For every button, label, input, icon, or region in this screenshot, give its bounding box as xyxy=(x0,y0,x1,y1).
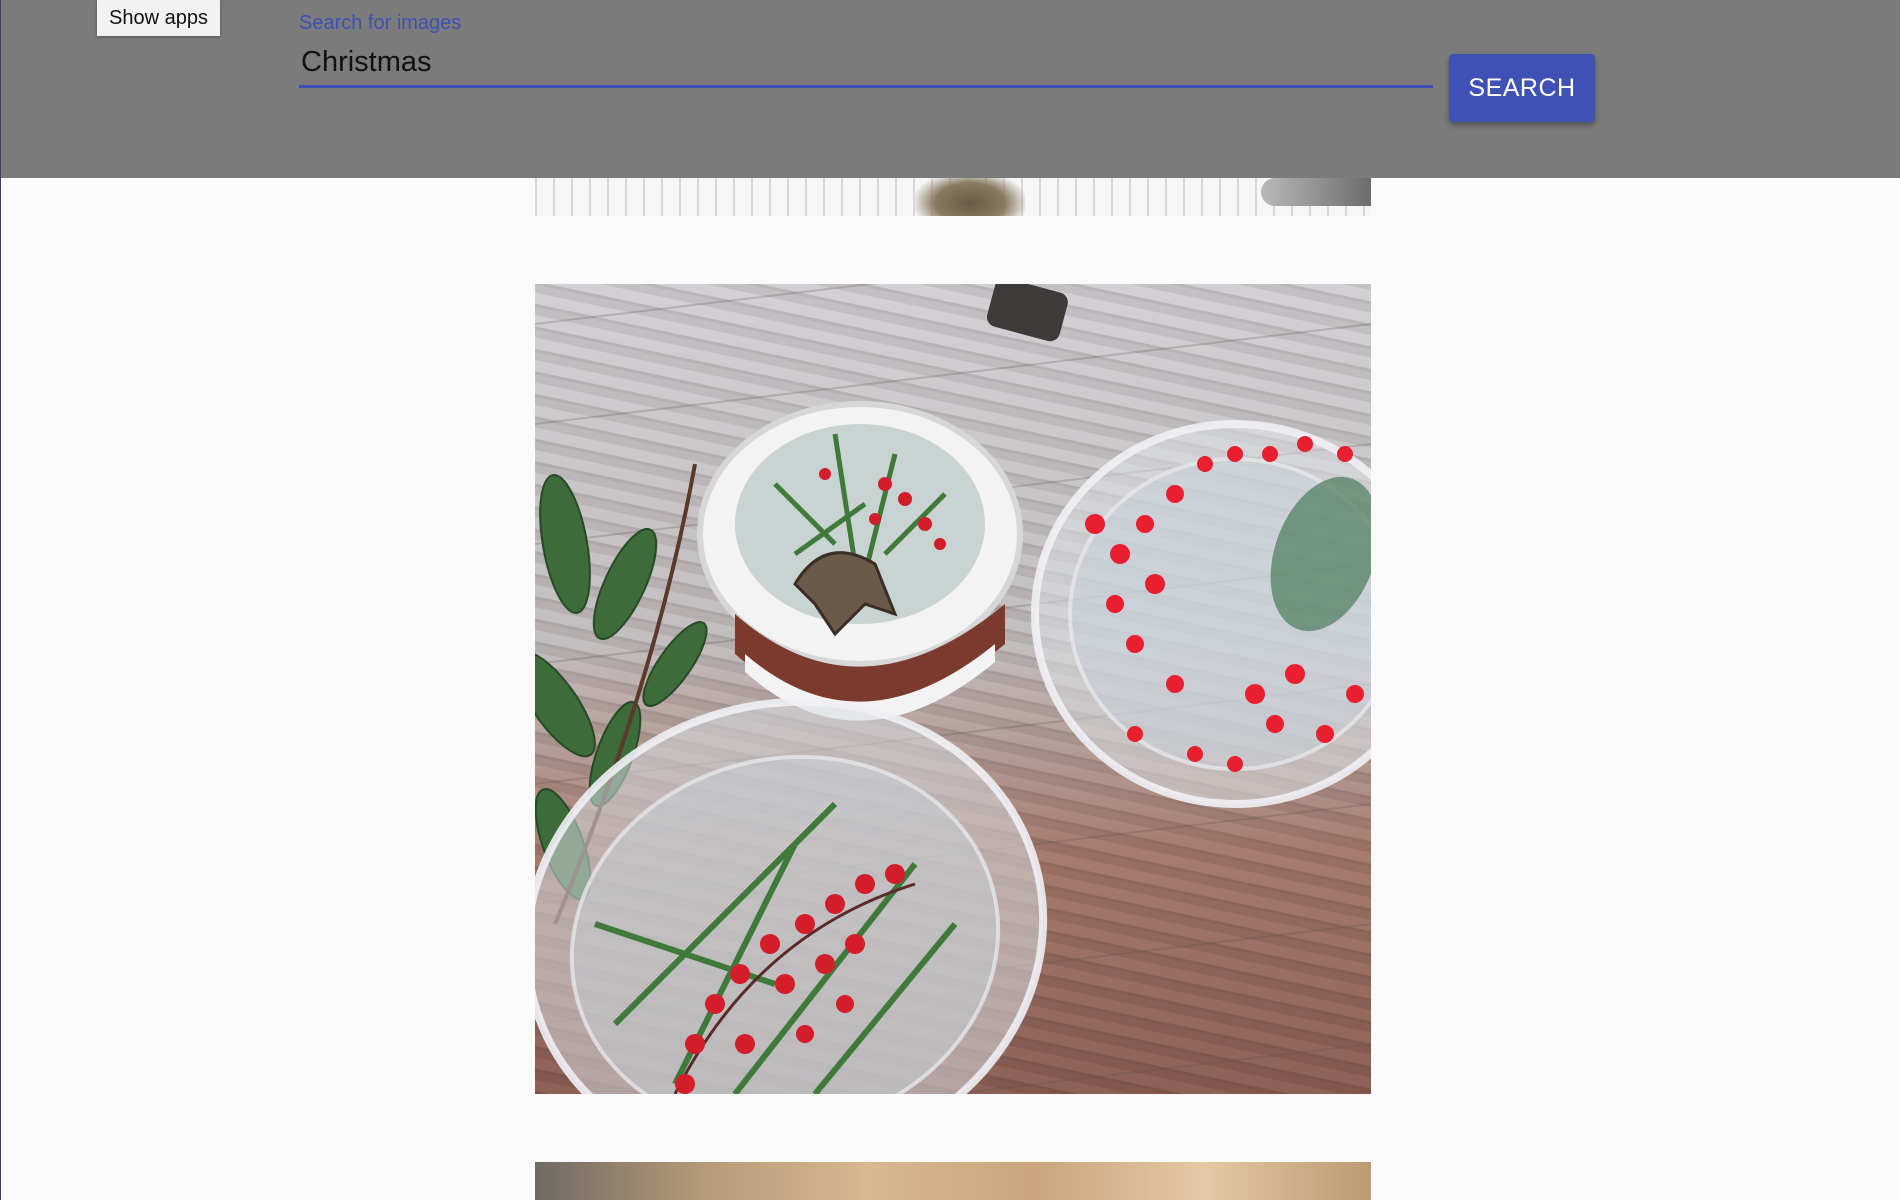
search-field: Search for images xyxy=(299,10,1433,88)
search-label: Search for images xyxy=(299,12,462,34)
image-search-page: Show apps Search for images SEARCH xyxy=(0,0,1900,1200)
show-apps-button[interactable]: Show apps xyxy=(97,0,220,36)
search-input[interactable] xyxy=(299,46,1433,88)
top-app-bar: Show apps Search for images SEARCH xyxy=(1,0,1900,178)
search-button[interactable]: SEARCH xyxy=(1449,54,1595,122)
enamel-mug xyxy=(697,284,1068,721)
christmas-bowls-illustration xyxy=(535,284,1371,1094)
results-feed[interactable] xyxy=(1,0,1900,1200)
result-image-christmas-bowls[interactable] xyxy=(535,284,1371,1094)
rock xyxy=(1261,178,1371,206)
glass-bowl-berries xyxy=(1031,420,1371,808)
dry-bush xyxy=(915,172,1025,216)
result-image-next[interactable] xyxy=(535,1162,1371,1200)
